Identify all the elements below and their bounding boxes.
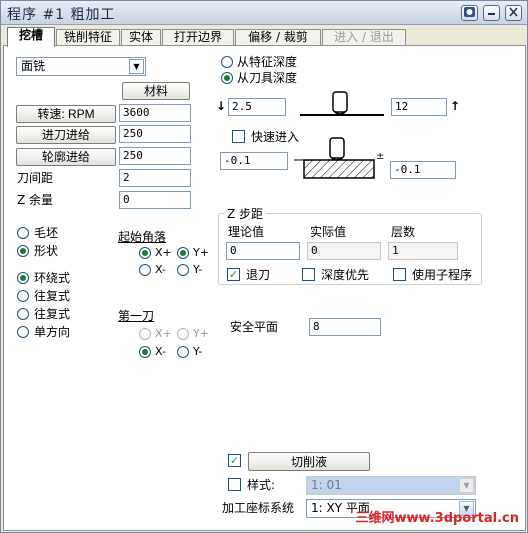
start-corner-xminus-label[interactable]: X-: [155, 263, 166, 277]
feed-button[interactable]: 进刀进给: [16, 126, 116, 144]
help-icon[interactable]: [461, 5, 478, 21]
path-spiral-radio[interactable]: [17, 272, 29, 284]
minimize-icon[interactable]: [483, 5, 500, 21]
tab-entry-exit[interactable]: 进入 / 退出: [322, 29, 406, 46]
path-spiral-label[interactable]: 环绕式: [34, 271, 70, 285]
first-cut-xplus-radio[interactable]: [139, 328, 151, 340]
speed-input[interactable]: 3600: [119, 104, 191, 122]
fast-entry-label[interactable]: 快速进入: [251, 130, 299, 144]
tab-milling-features[interactable]: 铣削特征: [56, 29, 120, 46]
z-allowance-label: Z 余量: [17, 193, 54, 207]
tab-bar: 挖槽 铣削特征 实体 打开边界 偏移 / 裁剪 进入 / 退出: [3, 27, 527, 47]
fast-entry-checkbox[interactable]: [232, 130, 245, 143]
style-label: 样式:: [247, 478, 276, 492]
right-offset-input[interactable]: -0.1: [390, 161, 456, 179]
z-allowance-input[interactable]: 0: [119, 191, 191, 209]
retract-label[interactable]: 退刀: [246, 268, 270, 282]
coord-system-label: 加工座标系统: [222, 501, 295, 515]
style-value: 1: 01: [311, 478, 342, 492]
path-zigzag-radio[interactable]: [17, 290, 29, 302]
left-offset-input[interactable]: -0.1: [220, 152, 288, 170]
close-icon[interactable]: [505, 5, 522, 21]
style-select[interactable]: 1: 01 ▼: [306, 476, 476, 495]
z-step-theory-header: 理论值: [228, 225, 265, 239]
safe-plane-label: 安全平面: [230, 320, 279, 334]
depth-from-tool-label[interactable]: 从刀具深度: [237, 71, 297, 85]
contour-feed-button[interactable]: 轮廓进给: [16, 148, 116, 166]
first-cut-xplus-label[interactable]: X+: [155, 327, 172, 341]
tool-offset-diagram-icon: ±: [294, 137, 384, 179]
start-corner-yplus-radio[interactable]: [177, 247, 189, 259]
first-cut-yminus-radio[interactable]: [177, 346, 189, 358]
window-title: 程序 #1 粗加工: [7, 7, 116, 23]
path-zigzag2-radio[interactable]: [17, 308, 29, 320]
depth-up-input[interactable]: 12: [391, 98, 447, 116]
z-step-title: Z 步距: [224, 207, 267, 221]
operation-type-select[interactable]: 面铣 ▼: [16, 57, 146, 76]
first-cut-yplus-label[interactable]: Y+: [193, 327, 209, 341]
tool-spacing-label: 刀间距: [17, 171, 54, 185]
shape-label[interactable]: 形状: [34, 244, 58, 258]
start-corner-xminus-radio[interactable]: [139, 264, 151, 276]
dropdown-arrow-icon[interactable]: ▼: [129, 59, 144, 74]
contour-feed-input[interactable]: 250: [119, 147, 191, 165]
shape-radio[interactable]: [17, 245, 29, 257]
material-button[interactable]: 材料: [122, 82, 190, 100]
first-cut-xminus-label[interactable]: X-: [155, 345, 166, 359]
stock-label[interactable]: 毛坯: [34, 226, 58, 240]
stock-radio[interactable]: [17, 227, 29, 239]
first-cut-title: 第一刀: [118, 309, 155, 323]
z-step-theory-input[interactable]: 0: [226, 242, 300, 260]
coolant-checkbox[interactable]: ✓: [228, 454, 241, 467]
start-corner-yminus-label[interactable]: Y-: [193, 263, 202, 277]
start-corner-title: 起始角落: [118, 230, 167, 244]
path-zigzag-label[interactable]: 往复式: [34, 289, 70, 303]
start-corner-xplus-radio[interactable]: [139, 247, 151, 259]
depth-from-feature-radio[interactable]: [221, 56, 233, 68]
z-step-actual-header: 实际值: [310, 225, 347, 239]
retract-checkbox[interactable]: ✓: [227, 268, 240, 281]
arrow-up-icon: ↑: [450, 99, 461, 113]
z-step-layers-header: 层数: [391, 225, 416, 239]
first-cut-yminus-label[interactable]: Y-: [193, 345, 202, 359]
tab-open-boundary[interactable]: 打开边界: [162, 29, 234, 46]
style-checkbox[interactable]: [228, 478, 241, 491]
start-corner-yplus-label[interactable]: Y+: [193, 246, 209, 260]
dropdown-arrow-icon[interactable]: ▼: [459, 478, 474, 493]
z-step-actual-value: 0: [307, 242, 381, 260]
dialog-window: 程序 #1 粗加工 挖槽 铣削特征 实体 打开边界 偏移 / 裁剪 进入 / 退…: [0, 0, 528, 533]
tool-depth-diagram-icon: [300, 91, 384, 116]
feed-input[interactable]: 250: [119, 125, 191, 143]
tab-pocket[interactable]: 挖槽: [7, 27, 55, 47]
depth-first-label[interactable]: 深度优先: [321, 268, 369, 282]
depth-from-tool-radio[interactable]: [221, 72, 233, 84]
subprogram-checkbox[interactable]: [393, 268, 406, 281]
tool-spacing-input[interactable]: 2: [119, 169, 191, 187]
watermark: 三维网www.3dportal.cn: [355, 511, 519, 526]
first-cut-xminus-radio[interactable]: [139, 346, 151, 358]
tab-solid[interactable]: 实体: [121, 29, 161, 46]
coolant-button[interactable]: 切削液: [248, 452, 370, 471]
safe-plane-input[interactable]: 8: [309, 318, 381, 336]
start-corner-xplus-label[interactable]: X+: [155, 246, 172, 260]
path-oneway-label[interactable]: 单方向: [34, 325, 70, 339]
z-step-layers-value: 1: [388, 242, 458, 260]
path-oneway-radio[interactable]: [17, 326, 29, 338]
speed-button[interactable]: 转速: RPM: [16, 105, 116, 123]
tab-offset-trim[interactable]: 偏移 / 裁剪: [235, 29, 321, 46]
tab-panel: 面铣 ▼ 材料 转速: RPM 3600 进刀进给 250 轮廓进给 250 刀…: [3, 45, 526, 531]
subprogram-label[interactable]: 使用子程序: [412, 268, 472, 282]
arrow-down-icon: ↓: [216, 99, 227, 113]
path-zigzag2-label[interactable]: 往复式: [34, 307, 70, 321]
first-cut-yplus-radio[interactable]: [177, 328, 189, 340]
start-corner-yminus-radio[interactable]: [177, 264, 189, 276]
operation-type-value: 面铣: [21, 59, 46, 73]
depth-first-checkbox[interactable]: [302, 268, 315, 281]
svg-text:±: ±: [376, 151, 384, 162]
title-bar[interactable]: 程序 #1 粗加工: [1, 1, 527, 25]
depth-from-feature-label[interactable]: 从特征深度: [237, 55, 297, 69]
depth-down-input[interactable]: 2.5: [228, 98, 286, 116]
